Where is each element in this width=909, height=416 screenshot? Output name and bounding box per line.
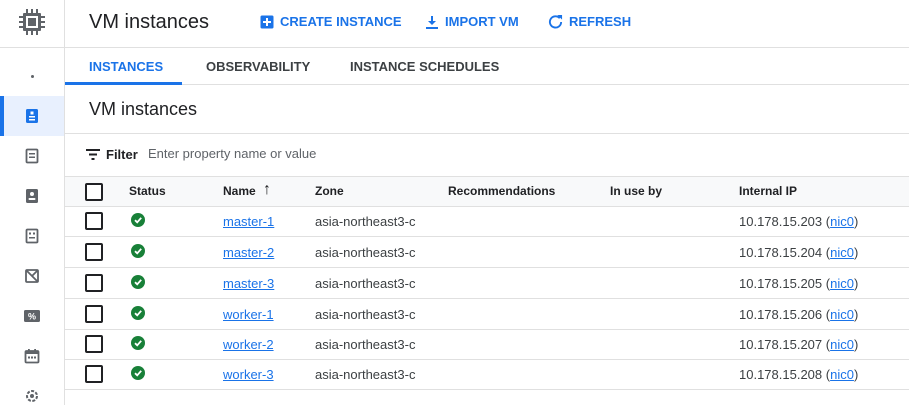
active-tab-indicator [65,82,182,85]
zone-cell: asia-northeast3-c [315,276,416,291]
instance-name-link[interactable]: worker-2 [223,337,274,352]
import-vm-button[interactable]: IMPORT VM [425,14,519,29]
committed-use-discounts-icon: % [24,310,40,322]
instance-name-link[interactable]: master-3 [223,276,274,291]
sidebar-item-reservations[interactable] [0,336,64,376]
zone-cell: asia-northeast3-c [315,245,416,260]
refresh-label: REFRESH [569,14,632,29]
internal-ip-cell: 10.178.15.208 (nic0) [739,367,859,382]
status-running-icon [131,275,145,289]
nic-link[interactable]: nic0 [830,276,854,291]
tab-observability[interactable]: OBSERVABILITY [206,48,310,84]
reservations-icon [24,349,40,364]
left-nav-rail: % [0,0,65,405]
table-row: worker-2 asia-northeast3-c 10.178.15.207… [65,329,909,360]
status-running-icon [131,336,145,350]
row-checkbox[interactable] [85,274,103,292]
internal-ip-value: 10.178.15.208 [739,367,823,382]
status-running-icon [131,366,145,380]
sidebar-item-machine-images[interactable] [0,216,64,256]
column-name[interactable]: Name [223,184,256,198]
nic-link[interactable]: nic0 [830,214,854,229]
create-instance-button[interactable]: CREATE INSTANCE [260,14,402,29]
page-title: VM instances [89,11,210,33]
internal-ip-value: 10.178.15.207 [739,337,823,352]
row-checkbox[interactable] [85,305,103,323]
row-checkbox[interactable] [85,335,103,353]
section-title: VM instances [89,99,198,119]
zone-cell: asia-northeast3-c [315,337,416,352]
nic-link[interactable]: nic0 [830,307,854,322]
tab-bar: INSTANCES OBSERVABILITY INSTANCE SCHEDUL… [65,48,909,85]
column-status[interactable]: Status [129,184,166,198]
create-instance-label: CREATE INSTANCE [280,14,402,29]
internal-ip-cell: 10.178.15.204 (nic0) [739,245,859,260]
machine-images-icon [25,228,39,244]
download-icon [426,15,438,29]
table-row: worker-1 asia-northeast3-c 10.178.15.206… [65,299,909,330]
column-in-use-by[interactable]: In use by [610,184,662,198]
status-running-icon [131,213,145,227]
refresh-button[interactable]: REFRESH [548,14,631,29]
sidebar-item-settings[interactable] [0,376,64,416]
top-bar: VM instances CREATE INSTANCE IMPORT VM R… [65,0,909,48]
internal-ip-value: 10.178.15.206 [739,307,823,322]
status-running-icon [131,306,145,320]
sole-tenant-nodes-icon [26,189,38,203]
table-row: master-3 asia-northeast3-c 10.178.15.205… [65,268,909,299]
status-running-icon [131,244,145,258]
sidebar-item-vm-instances[interactable] [0,96,64,136]
internal-ip-value: 10.178.15.203 [739,214,823,229]
nic-link[interactable]: nic0 [830,367,854,382]
zone-cell: asia-northeast3-c [315,307,416,322]
settings-icon [26,390,38,402]
filter-input[interactable] [148,146,488,161]
tpus-icon [25,269,39,283]
column-recommendations[interactable]: Recommendations [448,184,555,198]
sidebar-item-instance-templates[interactable] [0,136,64,176]
refresh-icon [548,14,563,29]
row-checkbox[interactable] [85,243,103,261]
table-row: master-2 asia-northeast3-c 10.178.15.204… [65,237,909,268]
instance-name-link[interactable]: worker-3 [223,367,274,382]
sidebar-item-sole-tenant-nodes[interactable] [0,176,64,216]
instance-name-link[interactable]: master-1 [223,214,274,229]
internal-ip-cell: 10.178.15.205 (nic0) [739,276,859,291]
instance-name-link[interactable]: master-2 [223,245,274,260]
nic-link[interactable]: nic0 [830,337,854,352]
instance-templates-icon [25,148,39,164]
add-box-icon [260,15,274,28]
section-divider [65,133,909,134]
row-checkbox[interactable] [85,365,103,383]
internal-ip-value: 10.178.15.204 [739,245,823,260]
rail-divider [0,47,64,48]
column-zone[interactable]: Zone [315,184,344,198]
table-row: master-1 asia-northeast3-c 10.178.15.203… [65,206,909,237]
internal-ip-cell: 10.178.15.207 (nic0) [739,337,859,352]
table-header: Status Name ↑ Zone Recommendations In us… [65,176,909,207]
internal-ip-cell: 10.178.15.203 (nic0) [739,214,859,229]
select-all-checkbox[interactable] [85,183,103,201]
row-checkbox[interactable] [85,212,103,230]
dot-icon [31,75,34,78]
internal-ip-value: 10.178.15.205 [739,276,823,291]
table-row: worker-3 asia-northeast3-c 10.178.15.208… [65,359,909,390]
zone-cell: asia-northeast3-c [315,367,416,382]
tab-instances[interactable]: INSTANCES [89,48,163,84]
sidebar-item-committed-use-discounts[interactable]: % [0,296,64,336]
filter-icon[interactable] [86,149,100,160]
vm-instances-icon [26,109,38,123]
sort-ascending-icon[interactable]: ↑ [263,181,271,199]
zone-cell: asia-northeast3-c [315,214,416,229]
tab-instance-schedules[interactable]: INSTANCE SCHEDULES [350,48,499,84]
internal-ip-cell: 10.178.15.206 (nic0) [739,307,859,322]
svg-text:%: % [28,312,36,322]
compute-engine-logo-icon[interactable] [16,6,48,38]
import-vm-label: IMPORT VM [445,14,519,29]
instance-name-link[interactable]: worker-1 [223,307,274,322]
sidebar-item-tpus[interactable] [0,256,64,296]
column-internal-ip[interactable]: Internal IP [739,184,797,198]
filter-label: Filter [106,147,138,162]
nic-link[interactable]: nic0 [830,245,854,260]
